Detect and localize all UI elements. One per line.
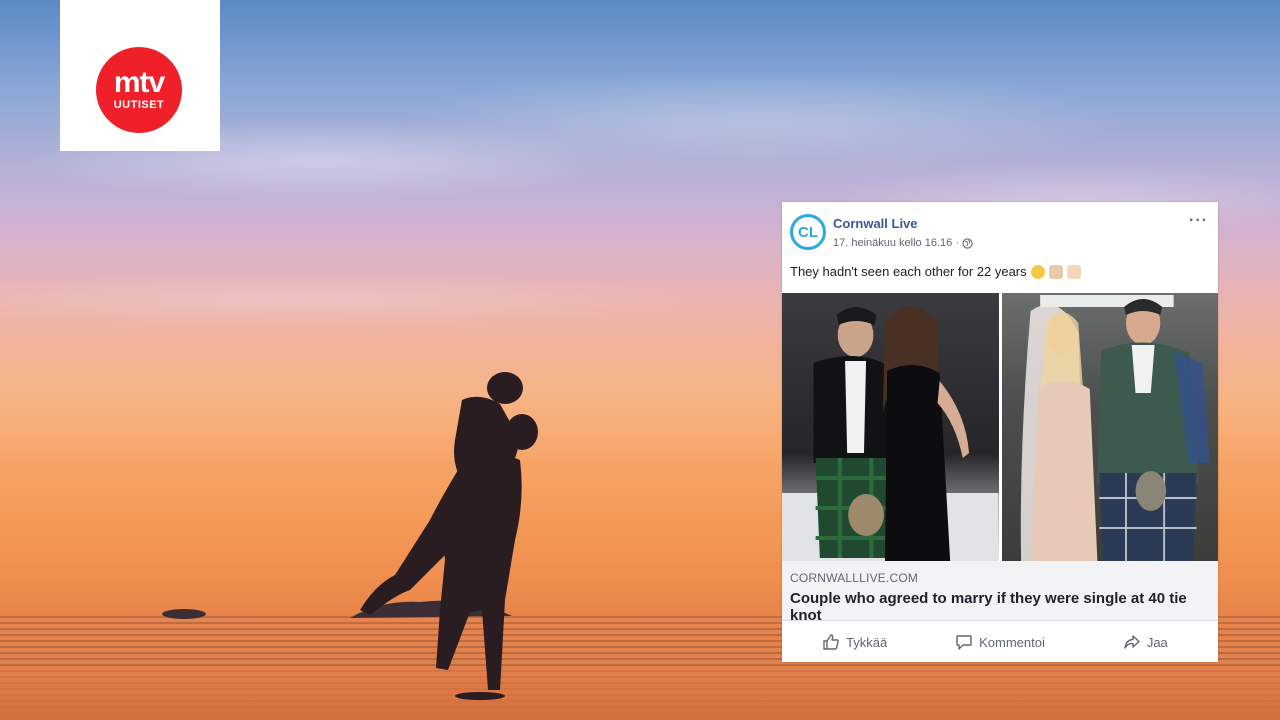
- page-name[interactable]: Cornwall Live: [833, 216, 918, 231]
- link-title[interactable]: Couple who agreed to marry if they were …: [790, 590, 1218, 624]
- mtv-logo-box[interactable]: mtv UUTISET: [60, 0, 220, 151]
- like-button[interactable]: Tykkää: [782, 633, 927, 651]
- more-icon[interactable]: ···: [1189, 212, 1208, 230]
- facebook-post: CL Cornwall Live 17. heinäkuu kello 16.1…: [782, 202, 1218, 662]
- post-actions: Tykkää Kommentoi Jaa: [782, 620, 1218, 663]
- couple-figure: [360, 372, 538, 700]
- share-icon: [1124, 635, 1140, 649]
- mtv-logo: mtv UUTISET: [96, 47, 182, 133]
- like-label: Tykkää: [846, 634, 888, 650]
- post-caption: They hadn't seen each other for 22 years: [790, 264, 1081, 279]
- logo-main-text: mtv: [113, 66, 165, 99]
- link-image[interactable]: [782, 293, 1218, 561]
- like-icon: [823, 634, 839, 650]
- page-avatar[interactable]: CL: [790, 214, 826, 250]
- logo-sub-text: UUTISET: [113, 99, 165, 111]
- post-timestamp[interactable]: 17. heinäkuu kello 16.16 ·: [833, 237, 959, 249]
- surprised-emoji-icon: [1030, 264, 1045, 279]
- groom-emoji-icon: [1048, 264, 1063, 279]
- image-young-couple: [782, 293, 999, 561]
- share-label: Jaa: [1146, 634, 1168, 650]
- link-domain: CORNWALLLIVE.COM: [790, 571, 919, 585]
- caption-text: They hadn't seen each other for 22 years: [790, 264, 1027, 279]
- share-button[interactable]: Jaa: [1073, 633, 1218, 651]
- post-meta: 17. heinäkuu kello 16.16 ·: [833, 237, 973, 249]
- image-wedding-couple: [1001, 293, 1218, 561]
- link-preview[interactable]: CORNWALLLIVE.COM Couple who agreed to ma…: [782, 561, 1218, 624]
- globe-icon: [962, 237, 973, 249]
- island-left: [162, 609, 206, 619]
- bride-emoji-icon: [1066, 264, 1081, 279]
- comment-button[interactable]: Kommentoi: [927, 633, 1072, 651]
- comment-label: Kommentoi: [979, 634, 1045, 650]
- comment-icon: [956, 635, 972, 650]
